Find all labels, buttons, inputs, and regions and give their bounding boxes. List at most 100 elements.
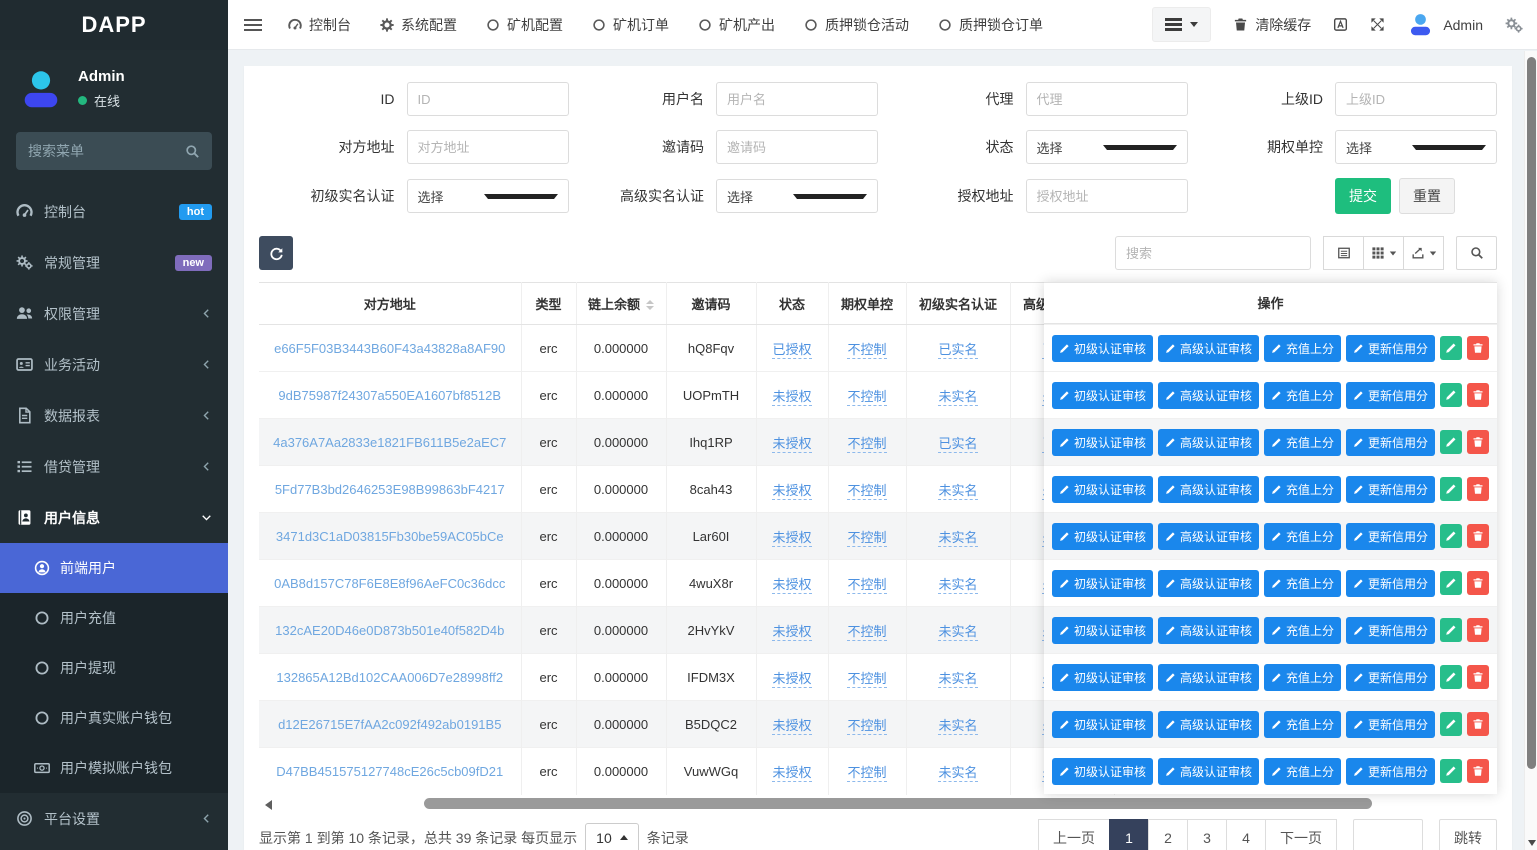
sidebar-item-general[interactable]: 常规管理 new	[0, 237, 228, 288]
filter-username-input[interactable]	[716, 82, 878, 116]
option-control-link[interactable]: 不控制	[847, 765, 886, 782]
col-option-control[interactable]: 期权单控	[828, 283, 906, 325]
sidebar-item-lending[interactable]: 借贷管理	[0, 441, 228, 492]
recharge-button[interactable]: 充值上分	[1264, 664, 1341, 691]
col-junior-kyc[interactable]: 初级实名认证	[906, 283, 1010, 325]
senior-kyc-review-button[interactable]: 高级认证审核	[1158, 476, 1259, 503]
option-control-link[interactable]: 不控制	[847, 389, 886, 406]
delete-button[interactable]	[1467, 430, 1489, 454]
settings-cogs-icon[interactable]	[1505, 17, 1523, 33]
delete-button[interactable]	[1467, 477, 1489, 501]
topnav-item-staking-activity[interactable]: 质押锁仓活动	[804, 15, 909, 35]
junior-kyc-link[interactable]: 未实名	[938, 718, 977, 735]
topnav-user-menu[interactable]: Admin	[1407, 11, 1483, 38]
option-control-link[interactable]: 不控制	[847, 671, 886, 688]
junior-kyc-link[interactable]: 未实名	[938, 765, 977, 782]
topnav-item-miner-config[interactable]: 矿机配置	[486, 15, 563, 35]
page-size-select[interactable]: 10	[585, 823, 639, 850]
status-link[interactable]: 未授权	[772, 765, 811, 782]
scroll-down-arrow-icon[interactable]	[1528, 840, 1536, 846]
address-link[interactable]: e66F5F03B3443B60F43a43828a8AF90	[274, 341, 505, 356]
junior-kyc-link[interactable]: 未实名	[938, 577, 977, 594]
detail-view-button[interactable]	[1323, 236, 1364, 270]
update-credit-button[interactable]: 更新信用分	[1346, 335, 1435, 362]
status-link[interactable]: 未授权	[772, 718, 811, 735]
junior-kyc-link[interactable]: 未实名	[938, 530, 977, 547]
junior-kyc-review-button[interactable]: 初级认证审核	[1052, 335, 1153, 362]
update-credit-button[interactable]: 更新信用分	[1346, 523, 1435, 550]
sidebar-menu-search-input[interactable]: 搜索菜单	[16, 132, 212, 170]
delete-button[interactable]	[1467, 336, 1489, 360]
next-page-button[interactable]: 下一页	[1265, 819, 1337, 850]
option-control-link[interactable]: 不控制	[847, 577, 886, 594]
filter-parent-id-input[interactable]	[1335, 82, 1497, 116]
edit-button[interactable]	[1440, 477, 1462, 501]
horizontal-scrollbar-thumb[interactable]	[424, 798, 1372, 809]
address-link[interactable]: d12E26715E7fAA2c092f492ab0191B5	[278, 717, 501, 732]
update-credit-button[interactable]: 更新信用分	[1346, 664, 1435, 691]
delete-button[interactable]	[1467, 618, 1489, 642]
columns-button[interactable]	[1363, 236, 1404, 270]
delete-button[interactable]	[1467, 524, 1489, 548]
status-link[interactable]: 未授权	[772, 671, 811, 688]
sort-icon[interactable]	[646, 300, 654, 310]
option-control-link[interactable]: 不控制	[847, 530, 886, 547]
address-link[interactable]: 3471d3C1aD03815Fb30be59AC05bCe	[276, 529, 504, 544]
senior-kyc-review-button[interactable]: 高级认证审核	[1158, 758, 1259, 785]
junior-kyc-review-button[interactable]: 初级认证审核	[1052, 523, 1153, 550]
edit-button[interactable]	[1440, 618, 1462, 642]
recharge-button[interactable]: 充值上分	[1264, 617, 1341, 644]
col-invite-code[interactable]: 邀请码	[666, 283, 756, 325]
address-link[interactable]: D47BB451575127748cE26c5cb09fD21	[276, 764, 503, 779]
update-credit-button[interactable]: 更新信用分	[1346, 429, 1435, 456]
language-icon[interactable]	[1333, 17, 1348, 32]
edit-button[interactable]	[1440, 383, 1462, 407]
edit-button[interactable]	[1440, 665, 1462, 689]
junior-kyc-review-button[interactable]: 初级认证审核	[1052, 664, 1153, 691]
senior-kyc-review-button[interactable]: 高级认证审核	[1158, 382, 1259, 409]
junior-kyc-review-button[interactable]: 初级认证审核	[1052, 476, 1153, 503]
address-link[interactable]: 132865A12Bd102CAA006D7e28998ff2	[276, 670, 503, 685]
sidebar-toggle-button[interactable]	[244, 16, 262, 34]
junior-kyc-link[interactable]: 未实名	[938, 483, 977, 500]
delete-button[interactable]	[1467, 571, 1489, 595]
recharge-button[interactable]: 充值上分	[1264, 570, 1341, 597]
edit-button[interactable]	[1440, 571, 1462, 595]
delete-button[interactable]	[1467, 712, 1489, 736]
sidebar-subitem-demo-wallet[interactable]: 用户模拟账户钱包	[0, 743, 228, 793]
filter-junior-kyc-select[interactable]: 选择	[407, 179, 569, 213]
update-credit-button[interactable]: 更新信用分	[1346, 617, 1435, 644]
reset-button[interactable]: 重置	[1399, 178, 1455, 214]
option-control-link[interactable]: 不控制	[847, 436, 886, 453]
junior-kyc-review-button[interactable]: 初级认证审核	[1052, 382, 1153, 409]
table-search-input[interactable]	[1115, 236, 1311, 270]
junior-kyc-review-button[interactable]: 初级认证审核	[1052, 429, 1153, 456]
sidebar-item-platform-settings[interactable]: 平台设置	[0, 793, 228, 844]
menu-dropdown-toggle[interactable]	[1152, 7, 1211, 42]
sidebar-item-user-info[interactable]: 用户信息	[0, 492, 228, 543]
junior-kyc-review-button[interactable]: 初级认证审核	[1052, 711, 1153, 738]
topnav-item-dashboard[interactable]: 控制台	[288, 15, 351, 35]
col-type[interactable]: 类型	[521, 283, 576, 325]
topnav-item-miner-output[interactable]: 矿机产出	[698, 15, 775, 35]
status-link[interactable]: 已授权	[772, 342, 811, 359]
sidebar-subitem-user-withdraw[interactable]: 用户提现	[0, 643, 228, 693]
fullscreen-icon[interactable]	[1370, 17, 1385, 32]
recharge-button[interactable]: 充值上分	[1264, 429, 1341, 456]
status-link[interactable]: 未授权	[772, 436, 811, 453]
edit-button[interactable]	[1440, 430, 1462, 454]
junior-kyc-link[interactable]: 未实名	[938, 671, 977, 688]
refresh-button[interactable]	[259, 236, 293, 270]
vertical-scrollbar-thumb[interactable]	[1527, 57, 1536, 769]
col-address[interactable]: 对方地址	[259, 283, 521, 325]
recharge-button[interactable]: 充值上分	[1264, 711, 1341, 738]
option-control-link[interactable]: 不控制	[847, 342, 886, 359]
update-credit-button[interactable]: 更新信用分	[1346, 382, 1435, 409]
status-link[interactable]: 未授权	[772, 624, 811, 641]
filter-status-select[interactable]: 选择	[1026, 130, 1188, 164]
senior-kyc-review-button[interactable]: 高级认证审核	[1158, 429, 1259, 456]
jump-page-input[interactable]	[1353, 819, 1423, 850]
update-credit-button[interactable]: 更新信用分	[1346, 570, 1435, 597]
senior-kyc-review-button[interactable]: 高级认证审核	[1158, 523, 1259, 550]
edit-button[interactable]	[1440, 336, 1462, 360]
